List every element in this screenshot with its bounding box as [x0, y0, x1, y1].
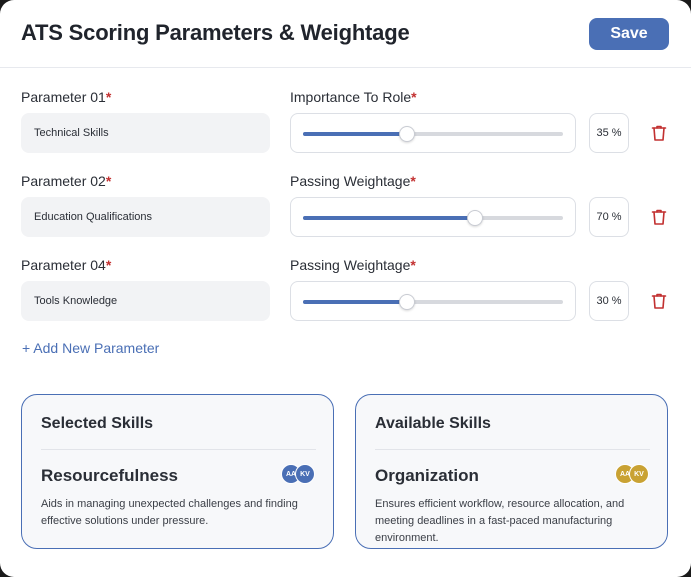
selected-skills-card: Selected Skills Resourcefulness AA KV Ai…	[21, 394, 334, 549]
add-parameter-link[interactable]: + Add New Parameter	[22, 340, 159, 356]
parameter-name-field[interactable]: Education Qualifications	[21, 197, 270, 237]
divider	[375, 449, 650, 450]
parameter-name-field[interactable]: Tools Knowledge	[21, 281, 270, 321]
slider-thumb[interactable]	[399, 126, 415, 142]
divider	[41, 449, 316, 450]
trash-icon[interactable]	[649, 291, 669, 311]
parameter-row: Parameter 04* Passing Weightage* Tools K…	[0, 257, 691, 341]
weightage-slider[interactable]	[290, 113, 576, 153]
slider-thumb[interactable]	[466, 210, 483, 226]
ats-scoring-panel: ATS Scoring Parameters & Weightage Save …	[0, 0, 691, 577]
required-mark: *	[411, 89, 417, 105]
percent-value[interactable]: 70 %	[589, 197, 629, 237]
skill-description: Ensures efficient workflow, resource all…	[375, 498, 625, 544]
page-title: ATS Scoring Parameters & Weightage	[21, 20, 410, 45]
avatar-group: AA KV	[281, 464, 321, 486]
parameter-label: Parameter 02*	[21, 173, 111, 189]
parameter-label-text: Parameter 02	[21, 173, 106, 189]
required-mark: *	[410, 257, 416, 273]
card-title: Selected Skills	[41, 415, 154, 432]
slider-label: Passing Weightage*	[290, 257, 416, 273]
parameter-name-field[interactable]: Technical Skills	[21, 113, 270, 153]
weightage-slider[interactable]	[290, 197, 576, 237]
required-mark: *	[410, 173, 416, 189]
slider-thumb[interactable]	[399, 294, 415, 310]
slider-label: Passing Weightage*	[290, 173, 416, 189]
slider-fill	[303, 300, 407, 304]
parameter-row: Parameter 02* Passing Weightage* Educati…	[0, 173, 691, 257]
slider-fill	[303, 132, 407, 136]
slider-label: Importance To Role*	[290, 89, 417, 105]
percent-value[interactable]: 35 %	[589, 113, 629, 153]
weightage-slider[interactable]	[290, 281, 576, 321]
parameter-row: Parameter 01* Importance To Role* Techni…	[0, 89, 691, 173]
slider-track[interactable]	[303, 210, 563, 226]
avatar-group: AA KV	[615, 464, 655, 486]
avatar: KV	[295, 464, 315, 484]
save-button[interactable]: Save	[589, 18, 669, 50]
parameter-label-text: Parameter 01	[21, 89, 106, 105]
card-title: Available Skills	[375, 415, 491, 432]
slider-label-text: Passing Weightage	[290, 257, 411, 273]
parameter-label: Parameter 04*	[21, 257, 111, 273]
trash-icon[interactable]	[649, 123, 669, 143]
slider-label-text: Passing Weightage	[290, 173, 411, 189]
skill-name: Organization	[375, 466, 479, 485]
parameter-label-text: Parameter 04	[21, 257, 106, 273]
required-mark: *	[105, 89, 112, 105]
skill-name: Resourcefulness	[41, 466, 178, 485]
required-mark: *	[105, 173, 112, 189]
required-mark: *	[105, 257, 112, 273]
slider-track[interactable]	[303, 126, 563, 142]
trash-icon[interactable]	[649, 207, 669, 227]
panel-header: ATS Scoring Parameters & Weightage Save	[0, 0, 691, 68]
skill-description: Aids in managing unexpected challenges a…	[41, 498, 298, 527]
percent-value[interactable]: 30 %	[589, 281, 629, 321]
slider-track[interactable]	[303, 294, 563, 310]
avatar: KV	[629, 464, 649, 484]
slider-fill	[303, 216, 475, 220]
parameter-label: Parameter 01*	[21, 89, 111, 105]
slider-label-text: Importance To Role	[290, 89, 412, 105]
available-skills-card: Available Skills Organization AA KV Ensu…	[355, 394, 668, 549]
